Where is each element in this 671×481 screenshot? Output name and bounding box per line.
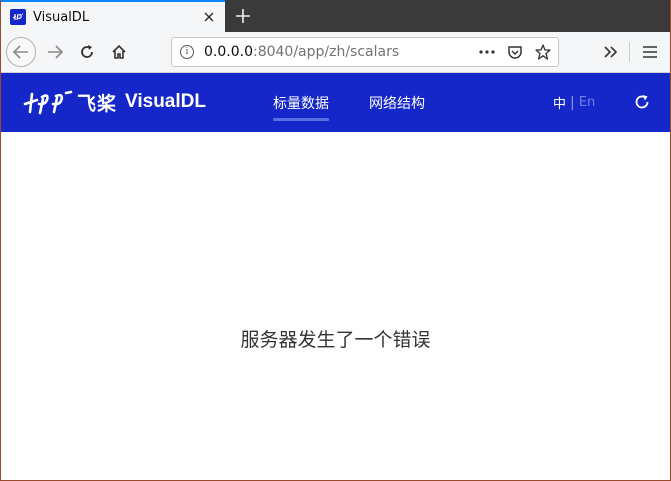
toolbar-separator — [629, 42, 630, 62]
chevron-double-right-icon — [604, 46, 618, 58]
url-bar[interactable]: i 0.0.0.0:8040/app/zh/scalars — [171, 37, 559, 67]
url-host: 0.0.0.0 — [204, 44, 253, 60]
menu-item-scalars[interactable]: 标量数据 — [273, 73, 329, 132]
hamburger-menu-icon — [643, 46, 657, 58]
info-icon[interactable]: i — [180, 45, 194, 59]
reload-icon — [81, 45, 93, 58]
app-header: 飞桨 VisualDL 标量数据 网络结构 中 | En — [1, 73, 670, 132]
url-actions — [478, 43, 552, 61]
reload-button[interactable] — [74, 39, 100, 65]
brand-cn-text: 飞桨 — [77, 92, 118, 115]
home-button[interactable] — [106, 39, 132, 65]
ellipsis-icon[interactable] — [478, 43, 496, 61]
paddle-logo-icon — [23, 90, 73, 115]
lang-zh-option[interactable]: 中 — [553, 93, 566, 112]
back-button[interactable] — [6, 37, 36, 67]
browser-window: VisualDL i 0.0.0.0:8040/app/zh/scalars 飞… — [0, 0, 671, 481]
lang-separator: | — [570, 94, 575, 111]
paddle-favicon-icon — [10, 9, 26, 25]
pocket-icon[interactable] — [506, 43, 524, 61]
refresh-icon — [635, 95, 649, 109]
browser-tab-visualdl[interactable]: VisualDL — [1, 0, 225, 32]
brand-name-text: VisualDL — [125, 91, 206, 112]
url-text[interactable]: 0.0.0.0:8040/app/zh/scalars — [204, 44, 478, 60]
close-icon[interactable] — [201, 9, 217, 25]
star-icon[interactable] — [534, 43, 552, 61]
forward-button[interactable] — [42, 39, 68, 65]
plus-icon — [236, 9, 250, 23]
url-path: :8040/app/zh/scalars — [252, 44, 400, 60]
lang-en-option[interactable]: En — [579, 95, 595, 110]
language-switcher: 中 | En — [553, 73, 595, 132]
refresh-button[interactable] — [633, 93, 651, 111]
app-menu-button[interactable] — [637, 39, 663, 65]
error-message: 服务器发生了一个错误 — [240, 329, 431, 351]
navigation-toolbar: i 0.0.0.0:8040/app/zh/scalars — [1, 32, 670, 73]
visualdl-logo[interactable]: 飞桨 VisualDL — [23, 86, 206, 118]
menu-item-graphs[interactable]: 网络结构 — [369, 73, 425, 132]
overflow-button[interactable] — [598, 39, 624, 65]
arrow-right-icon — [48, 45, 63, 59]
main-content: 服务器发生了一个错误 — [1, 132, 670, 480]
new-tab-button[interactable] — [230, 3, 256, 29]
tab-strip: VisualDL — [1, 0, 670, 32]
tab-title: VisualDL — [33, 9, 90, 25]
home-icon — [112, 44, 126, 59]
arrow-left-icon — [13, 45, 28, 59]
